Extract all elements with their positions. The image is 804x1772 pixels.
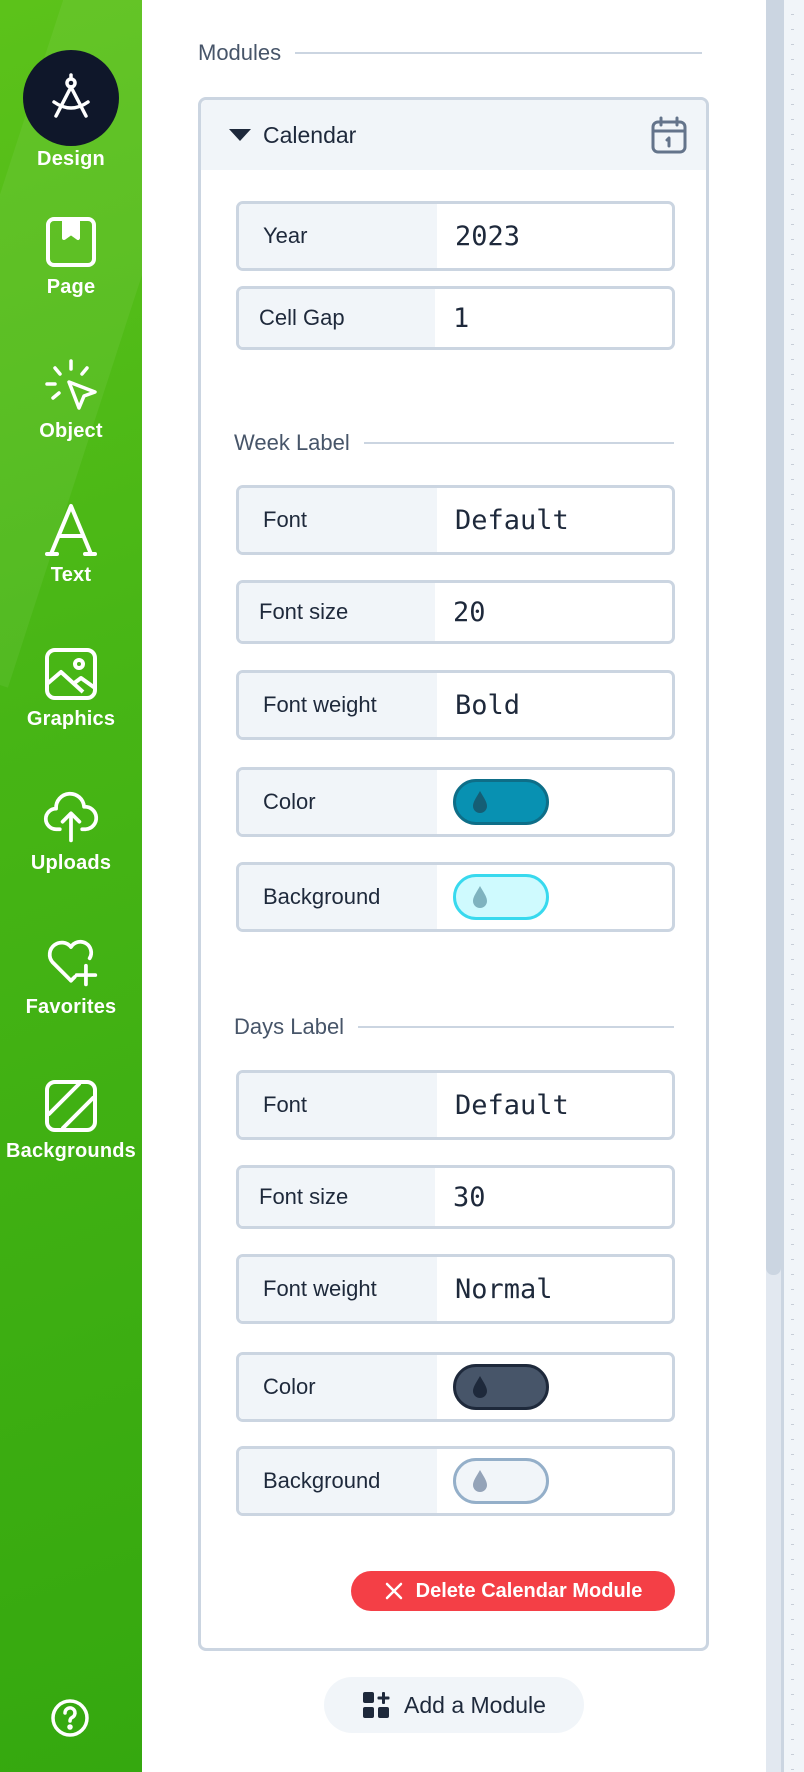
sidebar: Design Page Object Text Graphics Uploads… bbox=[0, 0, 142, 1772]
days-color-field[interactable]: Color bbox=[236, 1352, 675, 1422]
compass-icon bbox=[23, 50, 119, 146]
week-font-weight-field[interactable]: Font weight Bold bbox=[236, 670, 675, 740]
field-label: Background bbox=[239, 1449, 437, 1513]
days-label-section-header: Days Label bbox=[234, 1014, 674, 1040]
sidebar-item-text[interactable]: Text bbox=[0, 502, 142, 587]
cloud-upload-icon bbox=[43, 790, 99, 846]
calendar-icon bbox=[651, 116, 687, 154]
sidebar-item-object[interactable]: Object bbox=[0, 358, 142, 443]
section-divider bbox=[358, 1026, 674, 1028]
canvas-edge bbox=[781, 0, 804, 1772]
droplet-icon bbox=[473, 1376, 487, 1398]
droplet-icon bbox=[473, 1470, 487, 1492]
days-font-select[interactable]: Default bbox=[437, 1073, 672, 1137]
sidebar-item-page[interactable]: Page bbox=[0, 214, 142, 299]
bookmark-page-icon bbox=[43, 214, 99, 270]
module-header[interactable]: Calendar bbox=[201, 100, 706, 170]
sidebar-item-label: Uploads bbox=[30, 852, 112, 874]
panel-scrollbar[interactable] bbox=[766, 0, 781, 1772]
canvas-border bbox=[781, 0, 784, 1772]
sidebar-item-backgrounds[interactable]: Backgrounds bbox=[0, 1078, 142, 1163]
sidebar-item-label: Page bbox=[46, 276, 96, 298]
sidebar-item-label: Object bbox=[39, 420, 103, 442]
field-label: Year bbox=[239, 204, 437, 268]
week-background-field[interactable]: Background bbox=[236, 862, 675, 932]
year-field[interactable]: Year 2023 bbox=[236, 201, 675, 271]
week-font-size-input[interactable]: 20 bbox=[435, 583, 672, 641]
week-label-section-header: Week Label bbox=[234, 430, 674, 456]
days-font-weight-field[interactable]: Font weight Normal bbox=[236, 1254, 675, 1324]
cell-gap-input[interactable]: 1 bbox=[435, 289, 672, 347]
field-label: Font size bbox=[239, 583, 435, 641]
section-title: Days Label bbox=[234, 1014, 345, 1039]
sidebar-item-graphics[interactable]: Graphics bbox=[0, 646, 142, 731]
field-label: Font weight bbox=[239, 1257, 437, 1321]
heart-plus-icon bbox=[43, 934, 99, 990]
week-font-select[interactable]: Default bbox=[437, 488, 672, 552]
sidebar-item-label: Text bbox=[50, 564, 92, 586]
sidebar-item-label: Favorites bbox=[25, 996, 117, 1018]
field-label: Font weight bbox=[239, 673, 437, 737]
add-grid-icon bbox=[363, 1692, 390, 1718]
week-font-size-field[interactable]: Font size 20 bbox=[236, 580, 675, 644]
field-label: Color bbox=[239, 1355, 437, 1419]
module-title: Calendar bbox=[263, 121, 357, 148]
modules-section-header: Modules bbox=[198, 40, 702, 66]
sidebar-item-label: Graphics bbox=[26, 708, 116, 730]
image-icon bbox=[43, 646, 99, 702]
week-font-weight-select[interactable]: Bold bbox=[437, 673, 672, 737]
field-label: Font bbox=[239, 488, 437, 552]
section-title: Modules bbox=[198, 40, 282, 65]
field-label: Cell Gap bbox=[239, 289, 435, 347]
section-divider bbox=[295, 52, 702, 54]
add-module-button[interactable]: Add a Module bbox=[324, 1677, 584, 1733]
week-font-field[interactable]: Font Default bbox=[236, 485, 675, 555]
days-font-size-field[interactable]: Font size 30 bbox=[236, 1165, 675, 1229]
field-label: Color bbox=[239, 770, 437, 834]
year-input[interactable]: 2023 bbox=[437, 204, 672, 268]
week-color-field[interactable]: Color bbox=[236, 767, 675, 837]
cell-gap-field[interactable]: Cell Gap 1 bbox=[236, 286, 675, 350]
delete-button-label: Delete Calendar Module bbox=[415, 1579, 643, 1602]
calendar-module: Calendar Year 2023 Cell Gap 1 Week Label bbox=[198, 97, 709, 1651]
sidebar-item-design[interactable]: Design bbox=[0, 50, 142, 171]
caret-down-icon[interactable] bbox=[229, 129, 251, 141]
delete-calendar-module-button[interactable]: Delete Calendar Module bbox=[351, 1571, 675, 1611]
days-color-swatch[interactable] bbox=[453, 1364, 549, 1410]
add-module-label: Add a Module bbox=[404, 1691, 546, 1718]
sidebar-item-uploads[interactable]: Uploads bbox=[0, 790, 142, 875]
scrollbar-thumb[interactable] bbox=[766, 0, 781, 1275]
sidebar-item-label: Backgrounds bbox=[5, 1140, 136, 1162]
field-label: Background bbox=[239, 865, 437, 929]
background-icon bbox=[43, 1078, 99, 1134]
field-label: Font size bbox=[239, 1168, 435, 1226]
sidebar-item-favorites[interactable]: Favorites bbox=[0, 934, 142, 1019]
days-font-size-input[interactable]: 30 bbox=[435, 1168, 672, 1226]
close-icon bbox=[385, 1582, 402, 1600]
section-divider bbox=[363, 442, 674, 444]
cursor-click-icon bbox=[43, 358, 99, 414]
droplet-icon bbox=[473, 791, 487, 813]
droplet-icon bbox=[473, 886, 487, 908]
sidebar-item-label: Design bbox=[37, 148, 105, 170]
days-background-field[interactable]: Background bbox=[236, 1446, 675, 1516]
days-font-weight-select[interactable]: Normal bbox=[437, 1257, 672, 1321]
week-background-swatch[interactable] bbox=[453, 874, 549, 920]
days-font-field[interactable]: Font Default bbox=[236, 1070, 675, 1140]
field-label: Font bbox=[239, 1073, 437, 1137]
help-circle-icon[interactable] bbox=[50, 1698, 90, 1738]
section-title: Week Label bbox=[234, 430, 350, 455]
week-color-swatch[interactable] bbox=[453, 779, 549, 825]
properties-panel: Modules Calendar Year 2023 Cell Gap 1 We… bbox=[142, 0, 766, 1772]
days-background-swatch[interactable] bbox=[453, 1458, 549, 1504]
text-a-icon bbox=[43, 502, 99, 558]
